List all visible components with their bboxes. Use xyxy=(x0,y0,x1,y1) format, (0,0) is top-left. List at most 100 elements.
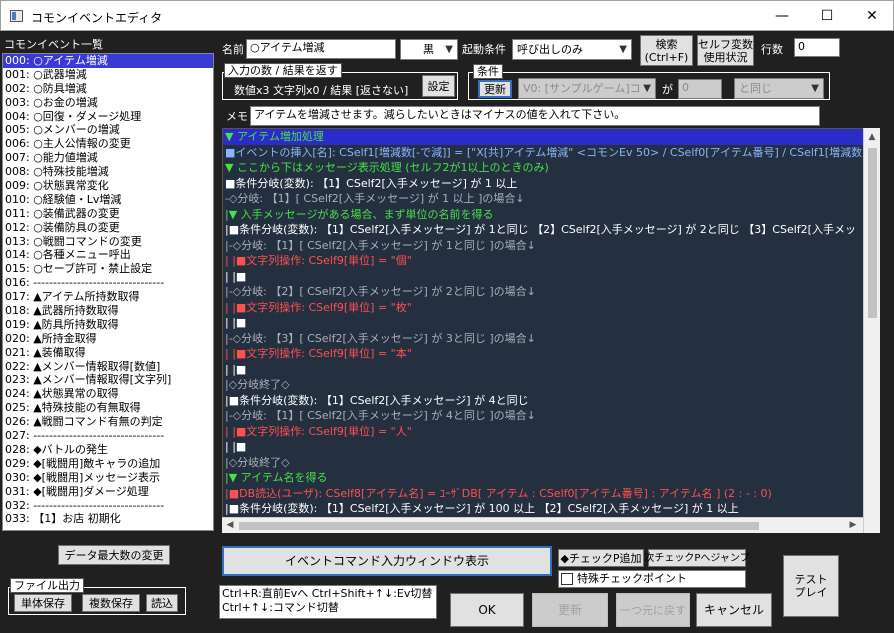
color-select[interactable]: 黒 ▼ xyxy=(400,39,458,60)
command-line[interactable]: ▼ アイテム増加処理 xyxy=(223,129,879,145)
command-line[interactable]: | |■ xyxy=(223,315,879,331)
list-item[interactable]: 029: ◆[戦闘用]敵キャラの追加 xyxy=(3,457,213,471)
list-item[interactable]: 013: ○戦闘コマンドの変更 xyxy=(3,235,213,249)
event-command-editor[interactable]: ▼ アイテム増加処理 ■イベントの挿入[名]: CSelf1[増減数[-で減]] … xyxy=(222,128,880,533)
cancel-button[interactable]: キャンセル xyxy=(696,593,772,627)
list-item[interactable]: 020: ▲所持金取得 xyxy=(3,332,213,346)
list-item[interactable]: 009: ○状態異常変化 xyxy=(3,179,213,193)
memo-input[interactable]: アイテムを増減させます。減らしたいときはマイナスの値を入れて下さい。 xyxy=(250,106,820,126)
command-line[interactable]: |■条件分岐(変数): 【1】CSelf2[入手メッセージ] が 4と同じ xyxy=(223,393,879,409)
list-item[interactable]: 010: ○経験値・Lv増減 xyxy=(3,193,213,207)
condition-variable-select[interactable]: V0: [サンプルゲーム]コ ▼ xyxy=(518,78,656,99)
command-line[interactable]: | |■ xyxy=(223,362,879,378)
command-line[interactable]: |■条件分岐(変数): 【1】CSelf2[入手メッセージ] が 1と同じ 【2… xyxy=(223,222,879,238)
trigger-select[interactable]: 呼び出しのみ ▼ xyxy=(512,39,632,60)
command-window-button[interactable]: イベントコマンド入力ウィンドウ表示 xyxy=(222,546,552,576)
list-item[interactable]: 030: ◆[戦闘用]メッセージ表示 xyxy=(3,471,213,485)
window-title: コモンイベントエディタ xyxy=(31,11,163,25)
special-checkpoint-check[interactable] xyxy=(561,573,573,585)
update-condition-button[interactable]: 更新 xyxy=(478,80,512,98)
condition-operator-select[interactable]: と同じ ▼ xyxy=(734,78,824,99)
settings-button[interactable]: 設定 xyxy=(422,75,455,97)
name-input[interactable]: ○アイテム増減 xyxy=(246,39,396,59)
list-item[interactable]: 017: ▲アイテム所持数取得 xyxy=(3,290,213,304)
list-item[interactable]: 001: ○武器増減 xyxy=(3,68,213,82)
scroll-thumb[interactable] xyxy=(868,148,877,318)
memo-label: メモ xyxy=(226,110,248,123)
list-item[interactable]: 005: ○メンバーの増減 xyxy=(3,123,213,137)
shortcut-hint-line-1: Ctrl+R:直前Evへ Ctrl+Shift+↑↓:Ev切替 xyxy=(222,587,433,600)
checkpoint-add-button[interactable]: ◆チェックP追加 xyxy=(558,549,644,567)
command-line[interactable]: | |■文字列操作: CSelf9[単位] = "本" xyxy=(223,346,879,362)
undo-button[interactable]: 一つ元に戻す xyxy=(616,593,690,627)
list-item[interactable]: 033: 【1】お店 初期化 xyxy=(3,512,213,526)
command-line[interactable]: |■条件分岐(変数): 【1】CSelf2[入手メッセージ] が 100 以上 … xyxy=(223,501,879,517)
command-line[interactable]: |▼ アイテム名を得る xyxy=(223,470,879,486)
command-line[interactable]: ■イベントの挿入[名]: CSelf1[増減数[-で減]] = ["X[共]アイ… xyxy=(223,145,879,161)
load-button[interactable]: 読込 xyxy=(146,594,178,612)
maximize-button[interactable]: ☐ xyxy=(804,1,850,31)
close-button[interactable]: ✕ xyxy=(849,1,894,31)
command-line[interactable]: | |■ xyxy=(223,269,879,285)
command-line[interactable]: |◇分岐終了◇ xyxy=(223,377,879,393)
list-item[interactable]: 023: ▲メンバー情報取得[文字列] xyxy=(3,373,213,387)
test-play-button[interactable]: テスト プレイ xyxy=(783,555,839,617)
common-event-list[interactable]: 000: ○アイテム増減 001: ○武器増減 002: ○防具増減 003: ○お金… xyxy=(2,53,214,531)
list-item[interactable]: 022: ▲メンバー情報取得[数値] xyxy=(3,360,213,374)
list-item[interactable]: 004: ○回復・ダメージ処理 xyxy=(3,110,213,124)
update-button[interactable]: 更新 xyxy=(532,593,608,627)
command-line[interactable]: |-◇分岐: 【3】[ CSelf2[入手メッセージ] が 3と同じ ]の場合↓ xyxy=(223,331,879,347)
list-item[interactable]: 011: ○装備武器の変更 xyxy=(3,207,213,221)
command-line[interactable]: -◇分岐: 【1】[ CSelf2[入手メッセージ] が 1 以上 ]の場合↓ xyxy=(223,191,879,207)
list-item[interactable]: 018: ▲武器所持数取得 xyxy=(3,304,213,318)
save-single-button[interactable]: 単体保存 xyxy=(14,594,72,612)
list-item[interactable]: 006: ○主人公情報の変更 xyxy=(3,137,213,151)
list-item[interactable]: 028: ◆バトルの発生 xyxy=(3,443,213,457)
list-item[interactable]: 014: ○各種メニュー呼出 xyxy=(3,248,213,262)
command-line[interactable]: | |■文字列操作: CSelf9[単位] = "枚" xyxy=(223,300,879,316)
command-line[interactable]: | |■ xyxy=(223,439,879,455)
scroll-right-icon[interactable]: ▶ xyxy=(845,520,861,530)
list-item[interactable]: 024: ▲状態異常の取得 xyxy=(3,387,213,401)
command-line[interactable]: ■条件分岐(変数): 【1】CSelf2[入手メッセージ] が 1 以上 xyxy=(223,176,879,192)
search-button[interactable]: 検索 (Ctrl+F) xyxy=(640,35,693,66)
self-var-usage-button[interactable]: セルフ変数 使用状況 xyxy=(697,35,754,66)
command-line[interactable]: | |■文字列操作: CSelf9[単位] = "個" xyxy=(223,253,879,269)
editor-vertical-scrollbar[interactable]: ▲ xyxy=(863,128,880,533)
list-item[interactable]: 025: ▲特殊技能の有無取得 xyxy=(3,401,213,415)
list-item[interactable]: 012: ○装備防具の変更 xyxy=(3,221,213,235)
row-count-input[interactable]: 0 xyxy=(794,38,840,57)
list-item[interactable]: 000: ○アイテム増減 xyxy=(3,54,213,68)
list-item[interactable]: 019: ▲防具所持数取得 xyxy=(3,318,213,332)
special-checkpoint-checkbox[interactable]: 特殊チェックポイント xyxy=(558,570,746,588)
command-line[interactable]: |■DB読込(ユーザ): CSelf8[アイテム名] = ﾕｰｻﾞDB[ アイテ… xyxy=(223,486,879,502)
scroll-thumb[interactable] xyxy=(239,522,759,530)
minimize-button[interactable]: — xyxy=(759,1,805,31)
list-item[interactable]: 026: ▲戦闘コマンド有無の判定 xyxy=(3,415,213,429)
ok-button[interactable]: OK xyxy=(450,593,524,627)
list-item[interactable]: 031: ◆[戦闘用]ダメージ処理 xyxy=(3,485,213,499)
editor-horizontal-scrollbar[interactable]: ◀ ▶ xyxy=(222,517,863,533)
condition-value-stepper[interactable]: 0 xyxy=(678,79,722,99)
list-item[interactable]: 002: ○防具増減 xyxy=(3,82,213,96)
command-line[interactable]: |-◇分岐: 【1】[ CSelf2[入手メッセージ] が 1と同じ ]の場合↓ xyxy=(223,238,879,254)
save-multiple-button[interactable]: 複数保存 xyxy=(82,594,140,612)
list-item[interactable]: 027: --------------------------------- xyxy=(3,429,213,443)
list-item[interactable]: 021: ▲装備取得 xyxy=(3,346,213,360)
list-item[interactable]: 003: ○お金の増減 xyxy=(3,96,213,110)
list-item[interactable]: 008: ○特殊技能増減 xyxy=(3,165,213,179)
command-line[interactable]: ▼ ここから下はメッセージ表示処理 (セルフ2が1以上のときのみ) xyxy=(223,160,879,176)
checkpoint-jump-button[interactable]: 次チェックPへジャンプ xyxy=(644,549,750,567)
command-line[interactable]: |◇分岐終了◇ xyxy=(223,455,879,471)
command-line[interactable]: |-◇分岐: 【2】[ CSelf2[入手メッセージ] が 2と同じ ]の場合↓ xyxy=(223,284,879,300)
scroll-up-icon[interactable]: ▲ xyxy=(864,132,880,142)
max-data-button[interactable]: データ最大数の変更 xyxy=(58,545,170,565)
scroll-left-icon[interactable]: ◀ xyxy=(222,520,238,530)
list-item[interactable]: 015: ○セーブ許可・禁止設定 xyxy=(3,262,213,276)
command-line[interactable]: |▼ 入手メッセージがある場合、まず単位の名前を得る xyxy=(223,207,879,223)
command-line[interactable]: |-◇分岐: 【1】[ CSelf2[入手メッセージ] が 4と同じ ]の場合↓ xyxy=(223,408,879,424)
list-item[interactable]: 032: --------------------------------- xyxy=(3,499,213,513)
list-item[interactable]: 016: --------------------------------- xyxy=(3,276,213,290)
list-item[interactable]: 007: ○能力値増減 xyxy=(3,151,213,165)
command-line[interactable]: | |■文字列操作: CSelf9[単位] = "人" xyxy=(223,424,879,440)
